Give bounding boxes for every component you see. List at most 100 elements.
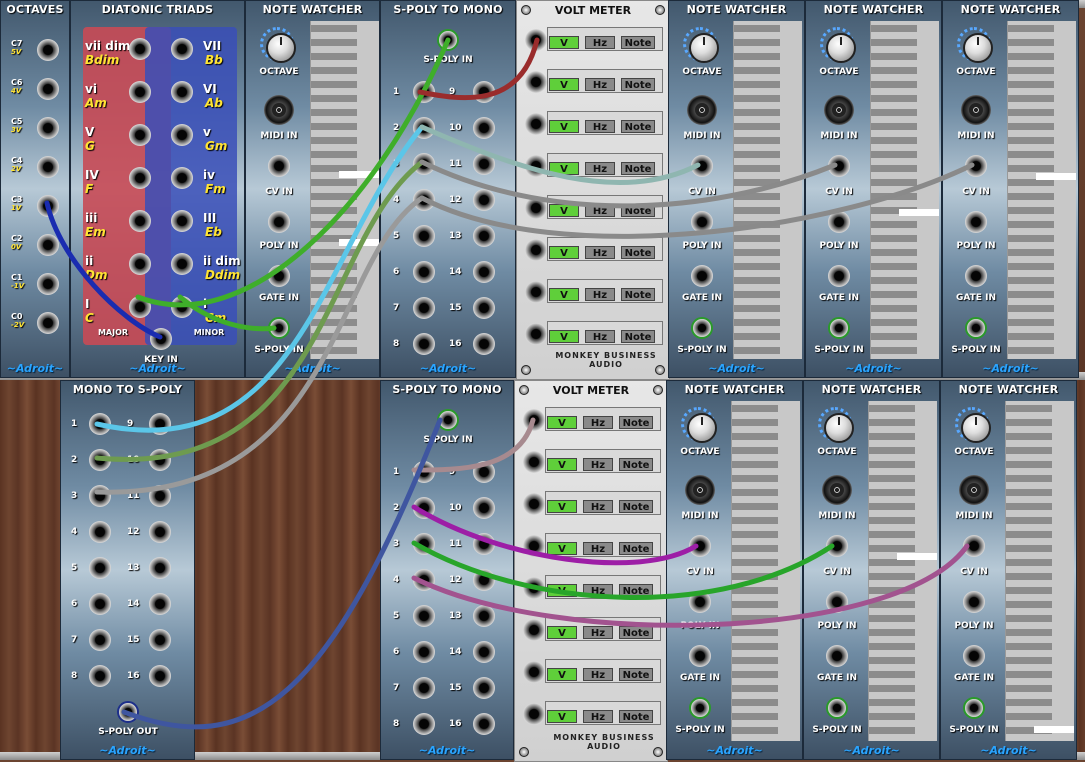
octave-knob[interactable] <box>266 33 296 63</box>
mono-output-jack[interactable] <box>413 641 435 663</box>
mono-output-jack[interactable] <box>413 605 435 627</box>
volt-input-jack[interactable] <box>523 619 545 641</box>
triad-output-jack[interactable] <box>171 124 193 146</box>
key-in-jack[interactable] <box>150 328 172 350</box>
mode-hz-button[interactable]: Hz <box>585 162 615 175</box>
mono-output-jack[interactable] <box>473 81 495 103</box>
volt-input-jack[interactable] <box>525 71 547 93</box>
mode-v-button[interactable]: V <box>549 36 579 49</box>
mono-input-jack[interactable] <box>89 485 111 507</box>
poly-in-jack[interactable] <box>828 211 850 233</box>
cv-in-jack[interactable] <box>828 155 850 177</box>
poly-in-jack[interactable] <box>268 211 290 233</box>
mode-hz-button[interactable]: Hz <box>585 288 615 301</box>
cv-in-jack[interactable] <box>963 535 985 557</box>
triad-output-jack[interactable] <box>171 38 193 60</box>
mono-output-jack[interactable] <box>473 641 495 663</box>
mono-output-jack[interactable] <box>413 497 435 519</box>
gate-in-jack[interactable] <box>826 645 848 667</box>
s-poly-in-jack[interactable] <box>437 29 459 51</box>
mono-input-jack[interactable] <box>149 593 171 615</box>
mode-v-button[interactable]: V <box>547 458 577 471</box>
mode-v-button[interactable]: V <box>549 288 579 301</box>
midi-in-jack[interactable] <box>822 475 852 505</box>
octave-output-jack[interactable] <box>37 117 59 139</box>
s-poly-in-jack[interactable] <box>963 697 985 719</box>
octave-output-jack[interactable] <box>37 39 59 61</box>
triad-output-jack[interactable] <box>171 296 193 318</box>
mono-input-jack[interactable] <box>149 485 171 507</box>
mono-output-jack[interactable] <box>413 117 435 139</box>
mono-input-jack[interactable] <box>149 521 171 543</box>
mode-hz-button[interactable]: Hz <box>583 416 613 429</box>
s-poly-in-jack[interactable] <box>965 317 987 339</box>
mono-input-jack[interactable] <box>149 449 171 471</box>
mono-output-jack[interactable] <box>473 189 495 211</box>
gate-in-jack[interactable] <box>691 265 713 287</box>
mono-output-jack[interactable] <box>473 605 495 627</box>
midi-in-jack[interactable] <box>959 475 989 505</box>
mono-input-jack[interactable] <box>89 629 111 651</box>
mode-hz-button[interactable]: Hz <box>583 710 613 723</box>
gate-in-jack[interactable] <box>963 645 985 667</box>
mode-note-button[interactable]: Note <box>619 626 653 639</box>
mode-note-button[interactable]: Note <box>619 458 653 471</box>
mono-output-jack[interactable] <box>473 677 495 699</box>
mode-hz-button[interactable]: Hz <box>583 668 613 681</box>
mode-v-button[interactable]: V <box>549 120 579 133</box>
mono-output-jack[interactable] <box>473 569 495 591</box>
octave-output-jack[interactable] <box>37 234 59 256</box>
midi-in-jack[interactable] <box>685 475 715 505</box>
octave-knob[interactable] <box>826 33 856 63</box>
mode-hz-button[interactable]: Hz <box>585 78 615 91</box>
mono-output-jack[interactable] <box>413 189 435 211</box>
mode-v-button[interactable]: V <box>547 668 577 681</box>
mono-output-jack[interactable] <box>413 225 435 247</box>
mode-note-button[interactable]: Note <box>619 710 653 723</box>
s-poly-in-jack[interactable] <box>437 409 459 431</box>
mode-v-button[interactable]: V <box>547 626 577 639</box>
midi-in-jack[interactable] <box>961 95 991 125</box>
cv-in-jack[interactable] <box>826 535 848 557</box>
mode-note-button[interactable]: Note <box>621 78 655 91</box>
mode-v-button[interactable]: V <box>547 542 577 555</box>
mono-output-jack[interactable] <box>413 297 435 319</box>
mono-output-jack[interactable] <box>413 677 435 699</box>
mono-input-jack[interactable] <box>89 521 111 543</box>
mode-note-button[interactable]: Note <box>619 500 653 513</box>
mono-output-jack[interactable] <box>473 333 495 355</box>
mode-hz-button[interactable]: Hz <box>585 36 615 49</box>
volt-input-jack[interactable] <box>525 29 547 51</box>
volt-input-jack[interactable] <box>523 535 545 557</box>
mode-hz-button[interactable]: Hz <box>583 458 613 471</box>
mono-output-jack[interactable] <box>473 225 495 247</box>
mode-v-button[interactable]: V <box>549 246 579 259</box>
mode-note-button[interactable]: Note <box>621 120 655 133</box>
mono-output-jack[interactable] <box>413 261 435 283</box>
poly-in-jack[interactable] <box>963 591 985 613</box>
poly-in-jack[interactable] <box>691 211 713 233</box>
triad-output-jack[interactable] <box>171 81 193 103</box>
volt-input-jack[interactable] <box>523 451 545 473</box>
octave-output-jack[interactable] <box>37 156 59 178</box>
mono-output-jack[interactable] <box>413 153 435 175</box>
volt-input-jack[interactable] <box>523 409 545 431</box>
octave-knob[interactable] <box>961 413 991 443</box>
s-poly-out-jack[interactable] <box>117 701 139 723</box>
octave-output-jack[interactable] <box>37 78 59 100</box>
volt-input-jack[interactable] <box>523 661 545 683</box>
midi-in-jack[interactable] <box>264 95 294 125</box>
mode-v-button[interactable]: V <box>547 500 577 513</box>
octave-output-jack[interactable] <box>37 273 59 295</box>
mode-v-button[interactable]: V <box>547 710 577 723</box>
octave-knob[interactable] <box>687 413 717 443</box>
mode-note-button[interactable]: Note <box>619 416 653 429</box>
mono-input-jack[interactable] <box>149 629 171 651</box>
mono-output-jack[interactable] <box>473 261 495 283</box>
mode-hz-button[interactable]: Hz <box>583 542 613 555</box>
octave-knob[interactable] <box>689 33 719 63</box>
midi-in-jack[interactable] <box>687 95 717 125</box>
mode-note-button[interactable]: Note <box>619 584 653 597</box>
mode-note-button[interactable]: Note <box>621 288 655 301</box>
mono-input-jack[interactable] <box>149 557 171 579</box>
